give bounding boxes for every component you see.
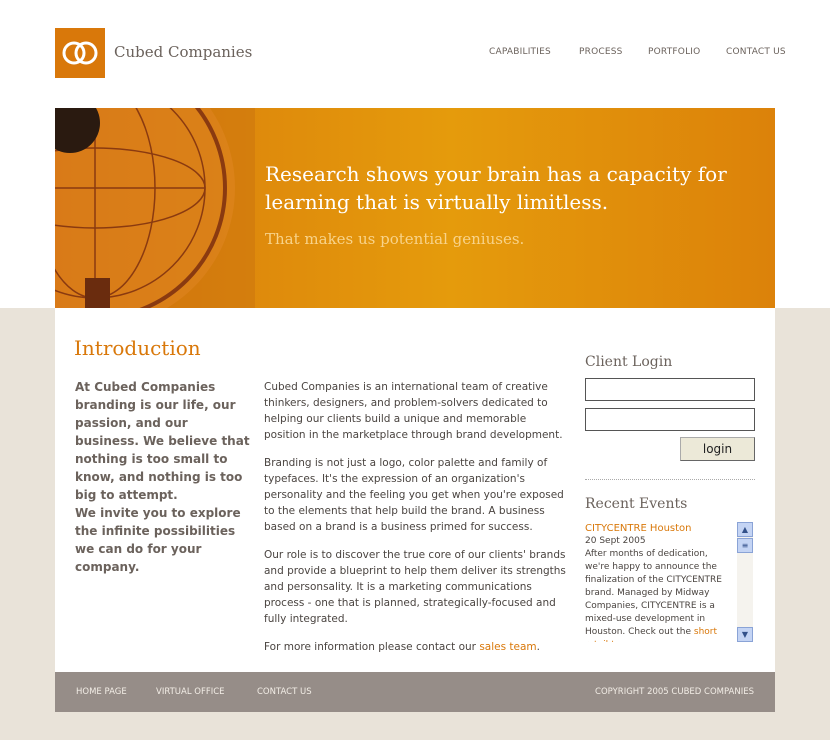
nav-capabilities[interactable]: CAPABILITIES — [489, 47, 551, 57]
events-scrollbar[interactable]: ▲ ≡ ▼ — [737, 522, 753, 642]
scroll-down-icon[interactable]: ▼ — [737, 627, 753, 642]
intro-body: Cubed Companies is an international team… — [264, 379, 566, 667]
text: . — [536, 641, 541, 653]
rings-logo-icon — [62, 41, 98, 65]
footer-virtual-office[interactable]: VIRTUAL OFFICE — [156, 687, 225, 697]
client-login-title: Client Login — [585, 354, 673, 370]
paragraph: Cubed Companies is an international team… — [264, 381, 563, 441]
hero-banner: Research shows your brain has a capacity… — [55, 108, 775, 308]
hero-headline: Research shows your brain has a capacity… — [265, 162, 727, 214]
scroll-up-icon[interactable]: ▲ — [737, 522, 753, 537]
event-title[interactable]: CITYCENTRE Houston — [585, 522, 735, 535]
footer: HOME PAGE VIRTUAL OFFICE CONTACT US COPY… — [55, 672, 775, 712]
nav-contact-us[interactable]: CONTACT US — [726, 47, 786, 57]
recent-events-title: Recent Events — [585, 496, 688, 512]
divider — [585, 479, 755, 480]
globe-image — [55, 108, 255, 308]
logo[interactable] — [55, 28, 105, 78]
footer-contact-us[interactable]: CONTACT US — [257, 687, 312, 697]
username-input[interactable] — [585, 378, 755, 401]
copyright: COPYRIGHT 2005 CUBED COMPANIES — [595, 687, 754, 697]
paragraph: Our role is to discover the true core of… — [264, 549, 566, 625]
event-date: 20 Sept 2005 — [585, 536, 646, 546]
footer-home-page[interactable]: HOME PAGE — [76, 687, 127, 697]
sales-team-link[interactable]: sales team — [479, 641, 536, 653]
brand-name[interactable]: Cubed Companies — [114, 43, 252, 61]
nav-process[interactable]: PROCESS — [579, 47, 623, 57]
text: After months of dedication, we're happy … — [585, 549, 722, 637]
content-area: Introduction At Cubed Companies branding… — [55, 308, 775, 672]
intro-title: Introduction — [74, 336, 201, 360]
scroll-thumb[interactable]: ≡ — [737, 538, 753, 553]
password-input[interactable] — [585, 408, 755, 431]
paragraph: For more information please contact our … — [264, 639, 566, 655]
nav-portfolio[interactable]: PORTFOLIO — [648, 47, 700, 57]
text: For more information please contact our — [264, 641, 480, 653]
paragraph: Branding is not just a logo, color palet… — [264, 457, 564, 533]
intro-lead-1: At Cubed Companies branding is our life,… — [75, 380, 250, 502]
event-text: After months of dedication, we're happy … — [585, 548, 735, 642]
hero-subhead: That makes us potential geniuses. — [265, 230, 525, 248]
events-list[interactable]: CITYCENTRE Houston 20 Sept 2005 After mo… — [585, 522, 735, 642]
intro-lead-2: We invite you to explore the infinite po… — [75, 506, 241, 574]
login-button[interactable]: login — [680, 437, 755, 461]
